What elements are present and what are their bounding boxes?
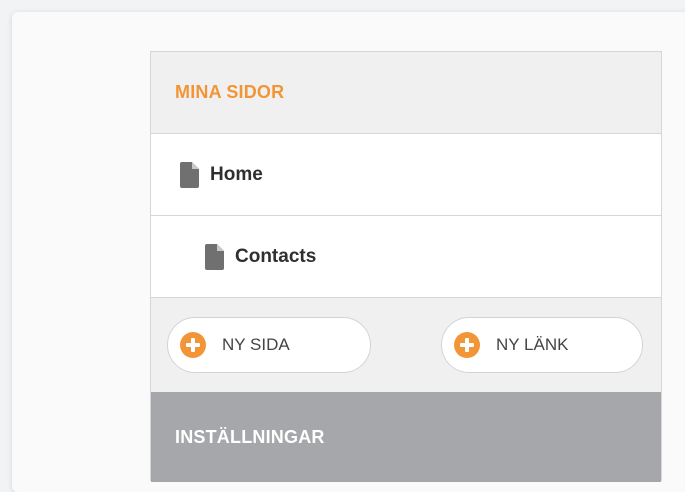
page-item-home[interactable]: Home: [151, 134, 661, 216]
new-link-label: NY LÄNK: [496, 335, 569, 354]
page-item-contacts[interactable]: Contacts: [151, 216, 661, 298]
my-pages-title: MINA SIDOR: [175, 82, 285, 102]
new-page-label: NY SIDA: [222, 335, 290, 354]
new-link-button[interactable]: NY LÄNK: [441, 317, 643, 373]
plus-circle-icon: [454, 332, 480, 358]
new-page-button[interactable]: NY SIDA: [167, 317, 371, 373]
settings-header[interactable]: INSTÄLLNINGAR: [151, 392, 661, 482]
page-item-label: Contacts: [235, 245, 317, 267]
document-icon: [205, 243, 224, 270]
settings-title: INSTÄLLNINGAR: [175, 426, 325, 447]
pages-panel: MINA SIDOR Home Contacts NY SIDA NY LÄNK…: [150, 51, 662, 482]
page-item-label: Home: [210, 163, 263, 185]
plus-circle-icon: [180, 332, 206, 358]
my-pages-header: MINA SIDOR: [151, 52, 661, 134]
document-icon: [180, 161, 199, 188]
page-actions: NY SIDA NY LÄNK: [151, 298, 661, 392]
